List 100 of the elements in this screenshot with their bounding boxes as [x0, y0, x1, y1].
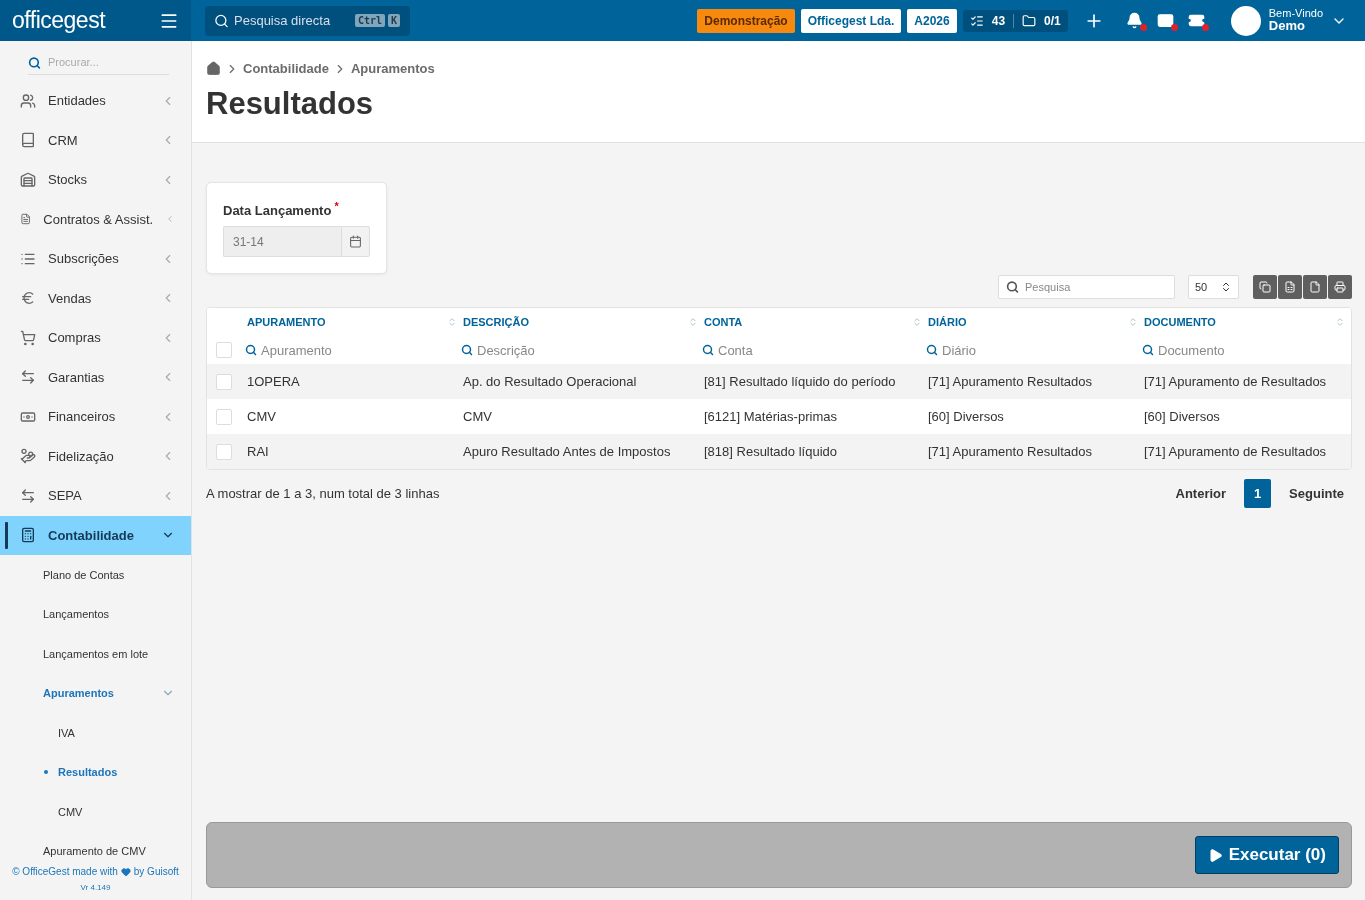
table-search-field[interactable]: Pesquisa — [998, 275, 1175, 300]
header-badge[interactable]: Officegest Lda. — [800, 8, 902, 33]
search-icon — [1006, 280, 1019, 294]
user-name: Demo — [1268, 19, 1306, 34]
copy-button[interactable] — [1253, 275, 1277, 300]
table-cell-text: RAI — [247, 444, 270, 460]
print-button[interactable] — [1328, 275, 1352, 300]
sidebar-subitem[interactable]: Plano de Contas — [0, 555, 191, 595]
sidebar-item[interactable]: Compras — [0, 318, 191, 358]
column-filter-field[interactable]: Apuramento — [245, 342, 441, 358]
sidebar-item[interactable]: Subscrições — [0, 239, 191, 279]
sidebar-item[interactable]: Financeiros — [0, 397, 191, 437]
table-cell-text: CMV — [247, 409, 277, 425]
table-cell-text: 1OPERA — [247, 374, 301, 390]
table-cell-text: Apuro Resultado Antes de Impostos — [463, 444, 672, 460]
play-icon — [1207, 847, 1223, 863]
version: Vr 4.149 — [79, 883, 112, 892]
sidebar-item[interactable]: Fidelização — [0, 436, 191, 476]
page-size-select[interactable]: 50 — [1188, 275, 1239, 300]
search-icon — [28, 56, 41, 70]
calendar-icon — [349, 235, 362, 249]
spreadsheet-icon — [1284, 281, 1296, 294]
menu-item-icon — [20, 132, 36, 149]
table-cell-text: [71] Apuramento de Resultados — [1144, 374, 1328, 390]
sidebar-item[interactable]: Contabilidade — [0, 515, 191, 555]
sidebar-subitem[interactable]: CMV — [0, 792, 191, 832]
date-field[interactable]: 31-14 — [223, 226, 341, 258]
menu-item-icon — [20, 369, 36, 386]
search-icon — [926, 344, 938, 357]
breadcrumb-link[interactable]: Contabilidade — [243, 61, 329, 76]
checkbox[interactable] — [216, 373, 232, 390]
sidebar-subitem[interactable]: Lançamentos em lote — [0, 634, 191, 674]
execute-button[interactable]: Executar (0) — [1194, 836, 1339, 874]
previous-link[interactable]: Anterior — [1167, 480, 1235, 508]
sidebar-subitem[interactable]: IVA — [0, 713, 191, 753]
greeting: Bem-Vindo — [1268, 7, 1323, 20]
checklist-icon[interactable] — [969, 13, 984, 28]
table-cell-text: [71] Apuramento de Resultados — [1144, 444, 1328, 460]
field-label: Data Lançamento $^{*}$ — [223, 200, 340, 219]
next-link[interactable]: Seguinte — [1281, 480, 1352, 508]
table-cell-text: [60] Diversos — [928, 409, 1005, 425]
page-button[interactable]: 1 — [1244, 479, 1272, 509]
column-header[interactable]: DIÁRIO — [928, 316, 967, 329]
header-badge[interactable]: Demonstração — [697, 8, 795, 33]
column-filter-field[interactable]: Conta — [702, 342, 898, 358]
menu-item-icon — [20, 290, 36, 307]
avatar[interactable] — [1230, 5, 1261, 36]
table-cell-text: [60] Diversos — [1144, 409, 1221, 425]
search-icon — [702, 344, 714, 357]
column-header[interactable]: CONTA — [704, 316, 743, 329]
footer-text: © OfficeGest made with — [12, 866, 118, 877]
sidebar-item[interactable]: CRM — [0, 120, 191, 160]
checkbox[interactable] — [216, 408, 232, 425]
column-header[interactable]: DOCUMENTO — [1144, 316, 1216, 329]
sidebar-item[interactable]: Stocks — [0, 160, 191, 200]
column-header[interactable]: DESCRIÇÃO — [463, 316, 529, 329]
column-filter-field[interactable]: Diário — [926, 342, 1122, 358]
spreadsheet-button[interactable] — [1278, 275, 1302, 300]
table-cell-text: CMV — [463, 409, 493, 425]
checkbox[interactable] — [216, 342, 232, 359]
file-icon — [1309, 281, 1321, 294]
calendar-button[interactable] — [341, 226, 370, 258]
sidebar-subitem[interactable]: Resultados — [0, 752, 191, 792]
sidebar-item[interactable]: Entidades — [0, 81, 191, 121]
sidebar-search-field[interactable]: Procurar... — [28, 51, 169, 75]
file-button[interactable] — [1303, 275, 1327, 300]
column-filter-field[interactable]: Descrição — [461, 342, 657, 358]
counter[interactable]: 0/1 — [1044, 13, 1061, 28]
checkbox[interactable] — [216, 443, 232, 460]
search-icon — [1142, 344, 1154, 357]
sidebar-item[interactable]: Vendas — [0, 278, 191, 318]
table-cell-text: [71] Apuramento Resultados — [928, 374, 1094, 390]
table-cell-text: [81] Resultado líquido do período — [704, 374, 897, 390]
sidebar-subitem[interactable]: Lançamentos — [0, 594, 191, 634]
page-title: Resultados — [206, 86, 375, 122]
menu-item-icon — [20, 487, 36, 504]
search-icon — [245, 344, 257, 357]
sidebar-subitem[interactable]: Apuramentos — [0, 673, 191, 713]
sidebar-item[interactable]: Garantias — [0, 357, 191, 397]
search-icon — [461, 344, 473, 357]
table-cell-text: [6121] Matérias-primas — [704, 409, 838, 425]
menu-item-icon — [20, 448, 36, 465]
home-icon[interactable] — [206, 61, 221, 76]
folder-icon[interactable] — [1022, 13, 1037, 28]
sidebar-item[interactable]: SEPA — [0, 476, 191, 516]
table-cell-text: [71] Apuramento Resultados — [928, 444, 1094, 460]
breadcrumb-link[interactable]: Apuramentos — [350, 61, 435, 76]
menu-item-icon — [20, 527, 36, 544]
copy-icon — [1259, 281, 1271, 294]
menu-item-icon — [20, 171, 36, 188]
menu-item-icon — [20, 329, 36, 346]
sidebar-item[interactable]: Contratos & Assist. — [0, 199, 191, 239]
counter[interactable]: 43 — [991, 13, 1006, 28]
sidebar-subitem[interactable]: Apuramento de CMV — [0, 831, 191, 860]
header-badge[interactable]: A2026 — [907, 8, 957, 33]
column-filter-field[interactable]: Documento — [1142, 342, 1338, 358]
heart-icon — [120, 866, 131, 877]
table-cell-text: [818] Resultado líquido — [704, 444, 838, 460]
column-header[interactable]: APURAMENTO — [247, 316, 326, 329]
print-icon — [1334, 281, 1346, 294]
